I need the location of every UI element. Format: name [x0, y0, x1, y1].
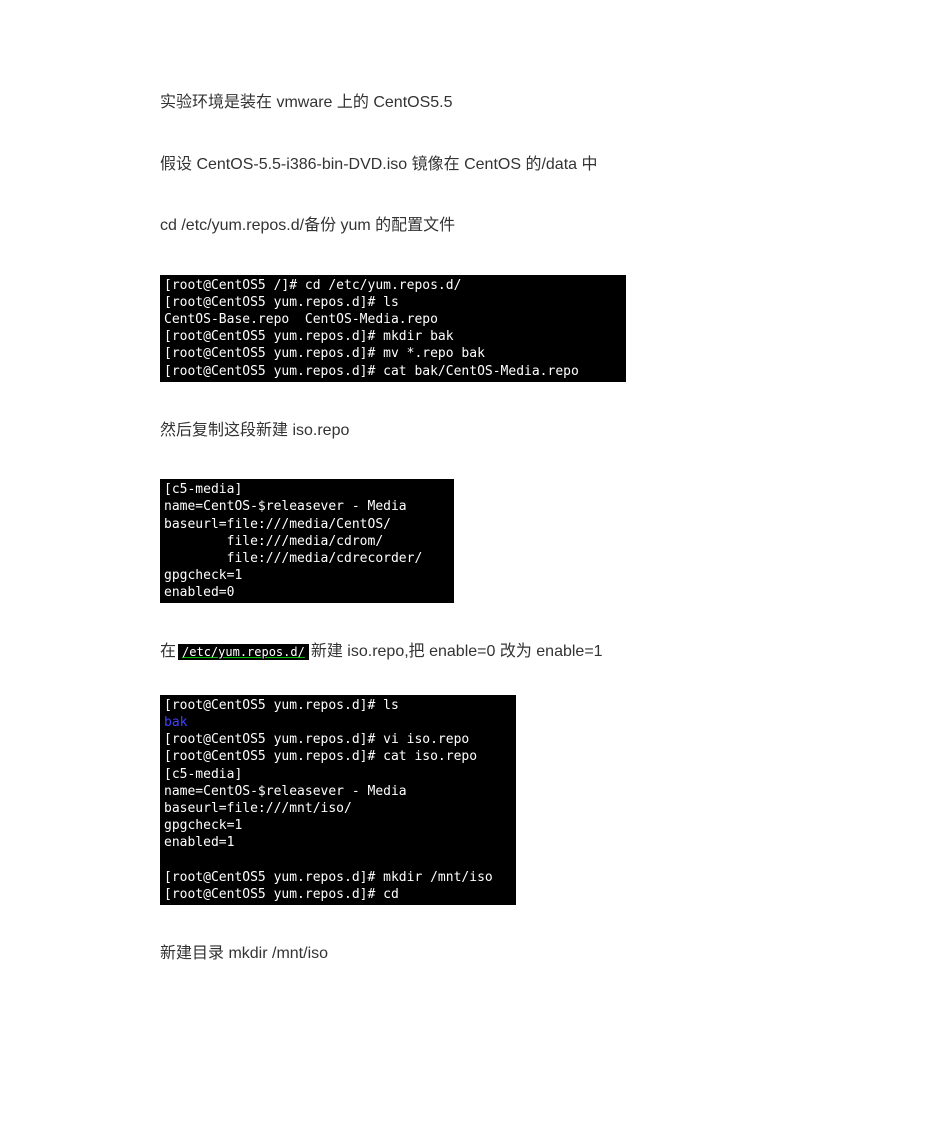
inline-path-chip: /etc/yum.repos.d/: [178, 644, 309, 660]
paragraph-env: 实验环境是装在 vmware 上的 CentOS5.5: [160, 90, 785, 116]
terminal-block-2: [c5-media] name=CentOS-$releasever - Med…: [160, 479, 454, 603]
paragraph-assume: 假设 CentOS-5.5-i386-bin-DVD.iso 镜像在 CentO…: [160, 152, 785, 178]
paragraph-copy-new: 然后复制这段新建 iso.repo: [160, 418, 785, 444]
terminal-block-1: [root@CentOS5 /]# cd /etc/yum.repos.d/ […: [160, 275, 626, 382]
text-prefix: 在: [160, 643, 176, 660]
terminal-block-3: [root@CentOS5 yum.repos.d]# ls bak [root…: [160, 695, 516, 905]
paragraph-inline-path: 在/etc/yum.repos.d/新建 iso.repo,把 enable=0…: [160, 639, 785, 665]
text-suffix: 新建 iso.repo,把 enable=0 改为 enable=1: [311, 643, 603, 660]
paragraph-mkdir: 新建目录 mkdir /mnt/iso: [160, 941, 785, 967]
terminal-dir-bak: bak: [164, 715, 187, 730]
paragraph-cd-backup: cd /etc/yum.repos.d/备份 yum 的配置文件: [160, 213, 785, 239]
document-page: 实验环境是装在 vmware 上的 CentOS5.5 假设 CentOS-5.…: [0, 0, 945, 1082]
